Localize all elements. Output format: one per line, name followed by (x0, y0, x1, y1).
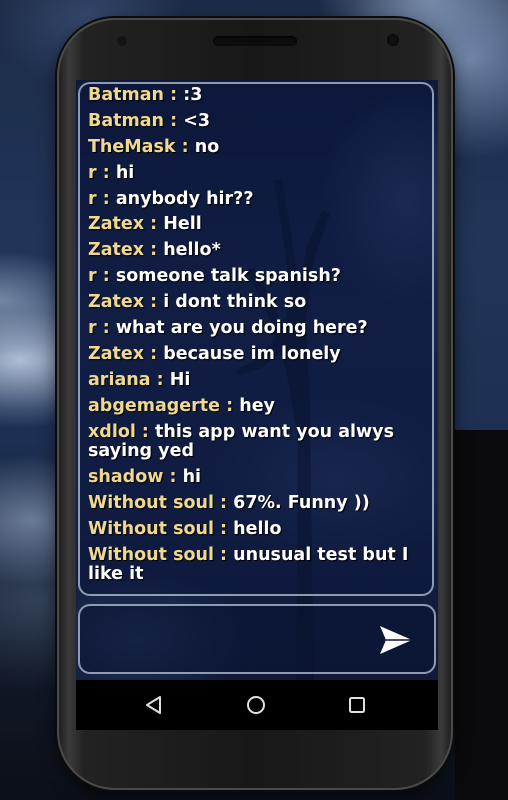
message-text: hey (239, 395, 275, 416)
home-button[interactable] (242, 692, 270, 718)
message-separator: : (150, 369, 170, 390)
message-text: someone talk spanish? (115, 266, 341, 287)
message-separator: : (144, 240, 164, 261)
message-username[interactable]: r (88, 318, 97, 338)
send-icon (380, 626, 412, 654)
message-text: anybody hir?? (115, 188, 254, 209)
navigation-bar (76, 680, 438, 730)
message-text: hello* (163, 240, 221, 261)
message-username[interactable]: xdlol (88, 422, 136, 442)
message-separator: : (175, 136, 195, 157)
message-username[interactable]: abgemagerte (88, 396, 220, 416)
chat-message: r : what are you doing here? (88, 318, 426, 339)
message-separator: : (144, 292, 164, 313)
message-username[interactable]: Zatex (88, 292, 144, 312)
message-separator: : (96, 266, 116, 287)
chat-panel[interactable]: Batman : :3 Batman : <3 TheMask : no r : hi… (78, 82, 434, 596)
message-username[interactable]: Batman (88, 111, 164, 131)
home-circle-icon (247, 696, 265, 714)
back-triangle-icon (146, 696, 161, 714)
message-username[interactable]: Batman (88, 85, 164, 105)
message-username[interactable]: r (88, 266, 97, 286)
message-separator: : (96, 318, 116, 339)
message-text: 67%. Funny )) (233, 492, 370, 513)
message-text: hello (233, 518, 282, 539)
message-separator: : (164, 85, 184, 105)
chat-message: Without soul : unusual test but I like i… (88, 544, 426, 585)
message-username[interactable]: Zatex (88, 344, 144, 364)
proximity-sensor (117, 36, 127, 46)
wallpaper-shadow (455, 430, 508, 800)
message-list: Batman : :3 Batman : <3 TheMask : no r : hi… (88, 85, 426, 591)
send-button[interactable] (376, 620, 416, 660)
message-text: Hi (169, 369, 191, 390)
back-button[interactable] (140, 692, 168, 718)
chat-message: Zatex : hello* (88, 241, 426, 261)
message-separator: : (213, 492, 234, 513)
chat-message: xdlol : this app want you alwys saying y… (88, 421, 426, 462)
chat-message: Batman : <3 (88, 110, 426, 132)
chat-message: Zatex : Hell (88, 215, 426, 235)
chat-message: TheMask : no (88, 136, 426, 158)
message-input[interactable] (90, 616, 374, 664)
message-separator: : (220, 395, 240, 416)
message-separator: : (135, 421, 156, 442)
chat-message: Batman : :3 (88, 85, 426, 106)
message-separator: : (163, 466, 183, 487)
message-text: i dont think so (163, 292, 307, 313)
message-username[interactable]: Without soul (88, 519, 214, 539)
message-username[interactable]: shadow (88, 467, 163, 487)
chat-message: r : hi (88, 162, 426, 184)
earpiece-speaker (213, 36, 297, 46)
message-text: no (194, 136, 220, 157)
message-separator: : (144, 214, 164, 235)
message-text: what are you doing here? (115, 318, 368, 339)
chat-message: Without soul : 67%. Funny )) (88, 492, 426, 514)
message-separator: : (213, 518, 234, 539)
message-text: <3 (183, 110, 211, 131)
message-separator: : (144, 343, 164, 364)
message-username[interactable]: Without soul (88, 545, 214, 565)
message-text: :3 (183, 85, 203, 105)
message-separator: : (96, 162, 116, 183)
chat-message: Zatex : i dont think so (88, 292, 426, 313)
message-username[interactable]: r (88, 189, 97, 209)
message-username[interactable]: Zatex (88, 214, 144, 235)
message-separator: : (213, 544, 234, 565)
message-username[interactable]: Zatex (88, 240, 144, 261)
message-username[interactable]: Without soul (88, 493, 214, 513)
message-text: hi (182, 466, 202, 487)
front-camera (387, 34, 399, 46)
composer-bar (78, 604, 436, 674)
message-username[interactable]: TheMask (88, 137, 176, 157)
chat-message: ariana : Hi (88, 369, 426, 391)
phone-screen: Batman : :3 Batman : <3 TheMask : no r : hi… (76, 80, 438, 730)
chat-message: shadow : hi (88, 466, 426, 488)
message-text: hi (115, 162, 135, 183)
recents-button[interactable] (343, 692, 371, 718)
message-username[interactable]: ariana (88, 370, 151, 390)
chat-message: abgemagerte : hey (88, 395, 426, 417)
recents-square-icon (349, 697, 365, 713)
message-text: because im lonely (163, 343, 341, 364)
chat-message: Zatex : because im lonely (88, 343, 426, 365)
chat-message: Without soul : hello (88, 518, 426, 540)
chat-message: r : someone talk spanish? (88, 266, 426, 287)
chat-message: r : anybody hir?? (88, 188, 426, 210)
message-username[interactable]: r (88, 163, 97, 183)
message-text: Hell (163, 214, 202, 235)
message-separator: : (164, 110, 184, 131)
message-separator: : (96, 188, 116, 209)
